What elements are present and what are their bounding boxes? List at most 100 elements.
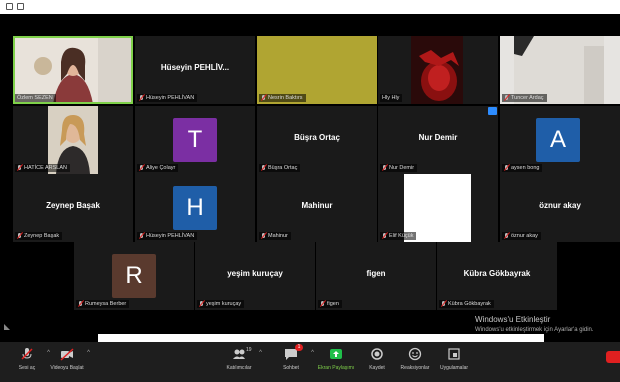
participant-label: Büşra Ortaç [259,164,301,172]
participants-label: Katılımcılar [226,365,252,371]
participant-name: Büşra Ortaç [294,133,340,142]
participants-icon: 19 [232,347,252,361]
webcam-video [411,36,463,104]
start-video-button[interactable]: ^ Videoyu Başlat [42,345,92,379]
chat-icon: 1 [284,344,303,361]
mic-muted-icon [139,233,144,239]
avatar: R [112,254,156,298]
chat-label: Sohbet [283,365,299,371]
participant-name: figen [366,269,386,278]
record-label: Kaydet [369,365,385,371]
mic-muted-icon [78,301,83,307]
mic-muted-icon [139,165,144,171]
participants-button[interactable]: 19 ^ Katılımcılar [214,345,264,379]
share-screen-label: Ekran Paylaşımı [317,365,355,371]
apps-button[interactable]: Uygulamalar [429,345,479,379]
mic-muted-icon [261,233,266,239]
window-titlebar [0,0,620,14]
participant-label: yeşim kuruçay [197,300,245,308]
windows-activation-watermark: Windows'u Etkinleştir Windows'u etkinleş… [475,315,594,335]
video-tile-aysen[interactable]: A aysen bong [500,106,620,174]
participant-label: Hly Hly [380,94,403,102]
avatar: A [536,118,580,162]
video-tile-nesrin[interactable]: Nesrin Baktırs [257,36,377,104]
video-tile-figen[interactable]: figen figen [316,242,436,310]
smiley-icon [408,347,422,361]
video-tile-busra[interactable]: Büşra Ortaç Büşra Ortaç [257,106,377,174]
video-tile-hatice[interactable]: HATİCE ARSLAN [13,106,133,174]
participant-name: Hüseyin PEHLİV... [160,63,230,72]
participant-label: aysen bong [502,164,543,172]
video-tile-huseyin-2[interactable]: H Hüseyin PEHLİVAN [135,174,255,242]
end-meeting-button[interactable] [606,351,620,363]
record-icon [370,347,384,361]
video-tile-ozlem[interactable]: Özlem SEZEN [13,36,133,104]
video-tile-hly[interactable]: Hly Hly [378,36,498,104]
shield-icon[interactable] [6,3,13,10]
video-tile-nur[interactable]: Nur Demir Nur Demir [378,106,498,174]
video-tile-huseyin[interactable]: Hüseyin PEHLİV... Hüseyin PEHLİVAN [135,36,255,104]
apps-label: Uygulamalar [439,365,469,371]
video-tile-yesim[interactable]: yeşim kuruçay yeşim kuruçay [195,242,315,310]
participant-label: Aliye Çolayr [137,164,179,172]
titlebar-icons [6,3,24,10]
apps-icon [447,347,461,361]
mic-muted-icon [382,165,387,171]
participant-name: Kübra Gökbayrak [463,269,531,278]
mic-muted-icon [20,347,34,361]
video-tile-zeynep[interactable]: Zeynep Başak Zeynep Başak [13,174,133,242]
participant-label: Zeynep Başak [15,232,63,240]
participant-name: Zeynep Başak [46,201,100,210]
participant-label: Rumeysa Berber [76,300,130,308]
video-tile-elif[interactable]: Elif Küçük [378,174,498,242]
mic-muted-icon [504,233,509,239]
participant-label: Elif Küçük [380,232,417,240]
video-tile-kubra[interactable]: Kübra Gökbayrak Kübra Gökbayrak [437,242,557,310]
video-tile-aliye[interactable]: T Aliye Çolayr [135,106,255,174]
video-tile-oznur[interactable]: öznur akay öznur akay [500,174,620,242]
participant-name: yeşim kuruçay [227,269,283,278]
reactions-label: Reaksiyonlar [400,365,430,371]
avatar: H [173,186,217,230]
mic-muted-icon [382,233,387,239]
participant-name: öznur akay [539,201,581,210]
more-options-icon[interactable] [488,107,497,115]
chat-badge: 1 [295,344,303,351]
mic-muted-icon [261,165,266,171]
participant-label: HATİCE ARSLAN [15,164,70,172]
resize-handle-icon[interactable] [4,324,10,330]
participant-label: figen [318,300,342,308]
mic-muted-icon [17,233,22,239]
participant-label: Hüseyin PEHLİVAN [137,94,198,102]
participant-label: Hüseyin PEHLİVAN [137,232,198,240]
participant-label: Nur Demir [380,164,418,172]
participant-label: öznur akay [502,232,541,240]
watermark-title: Windows'u Etkinleştir [475,315,551,324]
participant-label: Kübra Gökbayrak [439,300,494,308]
grid-icon[interactable] [17,3,24,10]
mic-muted-icon [199,301,204,307]
video-tile-rumeysa[interactable]: R Rumeysa Berber [74,242,194,310]
chat-button[interactable]: 1 ^ Sohbet [266,344,316,379]
share-screen-icon [329,347,343,361]
mic-muted-icon [17,165,22,171]
mic-muted-icon [261,95,266,101]
participants-count: 19 [246,347,252,353]
chevron-up-icon[interactable]: ^ [259,350,262,356]
participant-label: Tuncer Ardaç [502,94,547,102]
mic-muted-icon [139,95,144,101]
unmute-label: Sesi aç [18,365,36,371]
video-tile-mahinur[interactable]: Mahinur Mahinur [257,174,377,242]
video-off-icon [60,347,74,361]
gallery-view: Özlem SEZEN Hüseyin PEHLİV... Hüseyin PE… [0,14,620,334]
video-tile-tuncer[interactable]: Tuncer Ardaç [500,36,620,104]
mic-muted-icon [504,95,509,101]
participant-label: Mahinur [259,232,291,240]
chevron-up-icon[interactable]: ^ [87,350,90,356]
horizontal-scrollbar[interactable] [98,334,544,342]
participant-label: Özlem SEZEN [15,94,56,102]
participant-name: Nur Demir [418,133,458,142]
mic-muted-icon [504,165,509,171]
mic-muted-icon [320,301,325,307]
start-video-label: Videoyu Başlat [50,365,84,371]
